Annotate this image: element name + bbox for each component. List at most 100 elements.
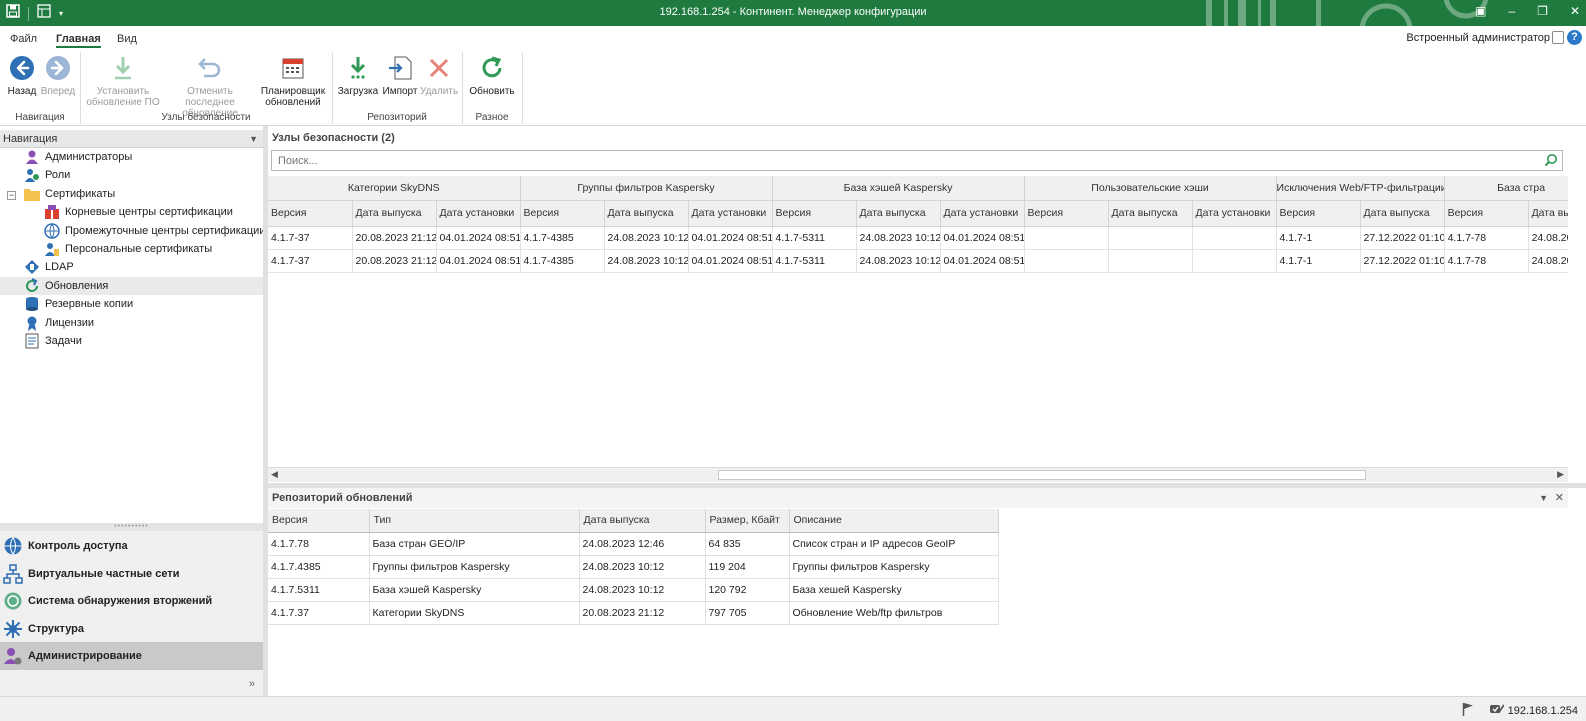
column-header[interactable]: Дата выпуска [1108, 200, 1193, 227]
admin-gear-icon [2, 645, 24, 667]
ids-icon [2, 590, 24, 612]
download-arrow-icon [109, 54, 137, 82]
table-row[interactable]: 4.1.7.5311 База хэшей Kaspersky 24.08.2023… [268, 578, 999, 602]
tab-view[interactable]: Вид [117, 33, 137, 45]
expand-collapse-toggle[interactable]: − [7, 191, 16, 200]
title-bar: ▾ 192.168.1.254 - Континент. Менеджер ко… [0, 0, 1586, 26]
tree-item-tasks[interactable]: Задачи [24, 332, 82, 350]
tree-item-personal-certs[interactable]: Персональные сертификаты [44, 240, 212, 258]
scroll-left-icon[interactable]: ◀ [271, 469, 278, 480]
column-header[interactable]: Дата выпуска [579, 509, 706, 533]
nav-splitter[interactable]: •••••••••• [0, 523, 263, 531]
repository-panel-title: Репозиторий обновлений [272, 492, 413, 504]
table-row[interactable]: 4.1.7.37 Категории SkyDNS 20.08.2023 21:12… [268, 601, 999, 625]
table-row[interactable]: 4.1.7-37 20.08.2023 21:12 04.01.2024 08:51… [268, 226, 1568, 250]
tree-item-administrators[interactable]: Администраторы [24, 148, 132, 166]
column-header[interactable]: Версия [1276, 200, 1361, 227]
column-header[interactable]: Описание [789, 509, 999, 533]
section-structure[interactable]: Структура [0, 615, 263, 643]
restore-ribbon-icon[interactable]: ▣ [1475, 4, 1486, 18]
intermediate-ca-icon [44, 223, 60, 239]
tree-item-certificates[interactable]: Сертификаты [24, 185, 115, 203]
chevron-double-right-icon[interactable]: » [249, 678, 255, 690]
tree-item-licenses[interactable]: Лицензии [24, 314, 94, 332]
scrollbar-thumb[interactable] [718, 470, 1366, 480]
personal-cert-icon [44, 241, 60, 257]
group-separator [462, 52, 463, 124]
section-access-control[interactable]: Контроль доступа [0, 532, 263, 560]
status-bar: 192.168.1.254 [0, 696, 1586, 721]
window-controls: ▣ – ❐ ✕ [1475, 4, 1580, 18]
column-header[interactable]: Размер, Кбайт [705, 509, 790, 533]
root-ca-icon [44, 204, 60, 220]
column-header[interactable]: Дата выпуска [856, 200, 941, 227]
group-label-security-nodes: Узлы безопасности [161, 112, 251, 123]
horizontal-scrollbar[interactable]: ◀ ▶ [268, 467, 1568, 482]
column-header[interactable]: Версия [1024, 200, 1109, 227]
tree-item-updates[interactable]: Обновления [0, 277, 263, 295]
folder-icon [24, 186, 40, 202]
table-row[interactable]: 4.1.7.78 База стран GEO/IP 24.08.2023 12:4… [268, 532, 999, 556]
column-header[interactable]: Версия [772, 200, 857, 227]
chevron-down-icon[interactable]: ▼ [1539, 493, 1548, 503]
column-header[interactable]: Версия [268, 509, 370, 533]
tree-item-ldap[interactable]: LDAP [24, 258, 74, 276]
search-box [271, 150, 1563, 171]
table-row[interactable]: 4.1.7.4385 Группы фильтров Kaspersky 24.08… [268, 555, 999, 579]
column-header[interactable]: Дата установки [436, 200, 521, 227]
group-separator [80, 52, 81, 124]
group-separator [332, 52, 333, 124]
section-vpn[interactable]: Виртуальные частные сети [0, 560, 263, 588]
menu-bar: Файл Главная Вид Встроенный администрато… [0, 26, 1586, 50]
update-scheduler-button[interactable]: Планировщик обновлений [258, 54, 328, 108]
flag-icon[interactable] [1462, 702, 1474, 719]
forward-button[interactable]: Вперед [40, 54, 76, 97]
section-administration[interactable]: Администрирование [0, 642, 263, 670]
tree-item-intermediate-ca[interactable]: Промежуточные центры сертификации [44, 222, 265, 240]
column-header[interactable]: Дата выпус [1528, 200, 1568, 227]
table-row[interactable]: 4.1.7-37 20.08.2023 21:12 04.01.2024 08:51… [268, 249, 1568, 273]
search-icon[interactable] [1544, 153, 1558, 170]
minimize-icon[interactable]: – [1508, 4, 1515, 18]
help-icon[interactable]: ? [1567, 30, 1582, 45]
scroll-right-icon[interactable]: ▶ [1557, 469, 1564, 480]
column-header[interactable]: Дата установки [1192, 200, 1277, 227]
column-header[interactable]: Дата установки [940, 200, 1025, 227]
close-icon[interactable]: ✕ [1555, 491, 1564, 504]
section-ids[interactable]: Система обнаружения вторжений [0, 587, 263, 615]
column-header[interactable]: Версия [520, 200, 605, 227]
arrow-right-icon [44, 54, 72, 82]
import-icon [386, 54, 414, 82]
search-input[interactable] [272, 151, 1532, 170]
maximize-icon[interactable]: ❐ [1537, 4, 1548, 18]
connection-status: 192.168.1.254 [1489, 703, 1578, 718]
column-header[interactable]: Тип [369, 509, 580, 533]
network-icon [2, 563, 24, 585]
column-header[interactable]: Дата установки [688, 200, 773, 227]
column-header[interactable]: Дата выпуска [352, 200, 437, 227]
back-button[interactable]: Назад [4, 54, 40, 97]
globe-icon [2, 535, 24, 557]
current-user: Встроенный администратор [1406, 32, 1550, 44]
close-icon[interactable]: ✕ [1570, 4, 1580, 18]
ldap-icon [24, 259, 40, 275]
column-header[interactable]: Дата выпуска [604, 200, 689, 227]
column-header[interactable]: Дата выпуска [1360, 200, 1445, 227]
column-header[interactable]: Версия [1444, 200, 1529, 227]
refresh-button[interactable]: Обновить [466, 54, 518, 97]
calendar-icon [279, 54, 307, 82]
tab-home[interactable]: Главная [56, 33, 101, 48]
delete-button[interactable]: Удалить [420, 54, 458, 97]
tree-item-backups[interactable]: Резервные копии [24, 295, 133, 313]
download-button[interactable]: Загрузка [336, 54, 380, 97]
import-button[interactable]: Импорт [380, 54, 420, 97]
column-header[interactable]: Версия [268, 200, 353, 227]
install-update-button[interactable]: Установить обновление ПО [84, 54, 162, 108]
tree-item-root-ca[interactable]: Корневые центры сертификации [44, 203, 233, 221]
cancel-last-update-button[interactable]: Отменить последнее обновление [162, 54, 258, 119]
tab-file[interactable]: Файл [10, 33, 37, 45]
download-green-icon [344, 54, 372, 82]
tasks-icon [24, 333, 40, 349]
tree-item-roles[interactable]: Роли [24, 166, 70, 184]
chevron-down-icon[interactable]: ▼ [249, 134, 258, 144]
